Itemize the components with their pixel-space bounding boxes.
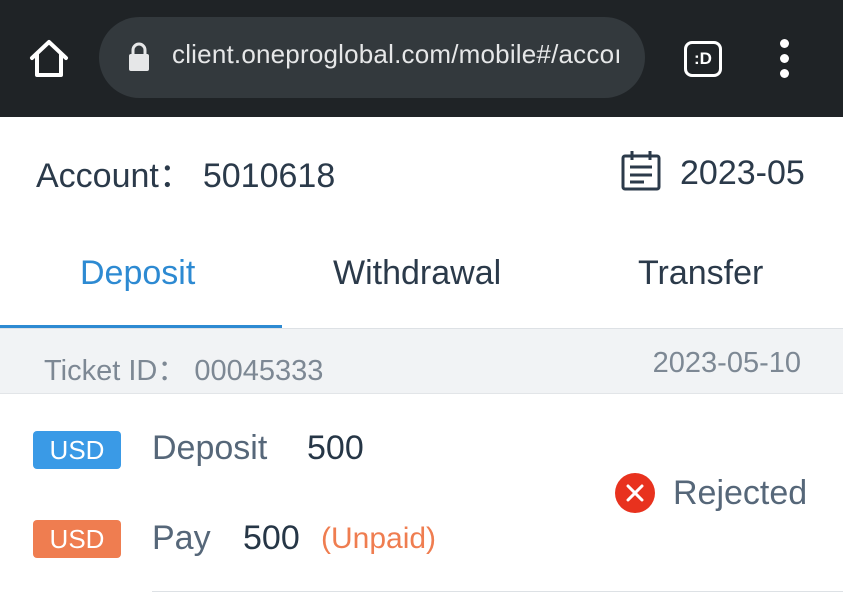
pay-label: Pay	[152, 519, 211, 557]
account-label: Account	[36, 157, 159, 195]
calendar-icon[interactable]	[620, 150, 662, 192]
deposit-amount: 500	[307, 429, 364, 467]
pay-amount: 500	[243, 519, 300, 557]
ticket-status: Rejected	[615, 472, 807, 514]
ticket-id-value: 00045333	[194, 355, 324, 387]
month-selector[interactable]: 2023-05	[680, 154, 805, 193]
browser-toolbar: client.oneproglobal.com/mobile#/accoı :D	[0, 0, 843, 117]
tab-withdrawal[interactable]: Withdrawal	[333, 254, 501, 293]
home-button[interactable]	[28, 36, 70, 80]
ticket-id-separator: ：	[157, 355, 187, 387]
row-divider	[152, 591, 843, 592]
tab-transfer[interactable]: Transfer	[638, 254, 763, 293]
ticket-header: Ticket ID： 00045333 2023-05-10	[0, 329, 843, 394]
more-vert-icon	[780, 39, 789, 48]
tab-switcher-button[interactable]: :D	[684, 41, 722, 77]
ticket-id-label: Ticket ID	[44, 355, 158, 387]
ticket-id: Ticket ID： 00045333	[44, 347, 323, 389]
tab-deposit[interactable]: Deposit	[80, 254, 195, 293]
account-number: 5010618	[202, 157, 336, 195]
deposit-label: Deposit	[152, 429, 268, 467]
ticket-date: 2023-05-10	[652, 347, 801, 379]
deposit-currency-badge: USD	[33, 431, 121, 469]
pay-currency-badge: USD	[33, 520, 121, 558]
address-bar[interactable]: client.oneproglobal.com/mobile#/accoı	[99, 17, 645, 98]
url-text: client.oneproglobal.com/mobile#/accoı	[172, 39, 622, 69]
transaction-tabs: Deposit Withdrawal Transfer	[0, 232, 843, 329]
lock-icon	[129, 42, 149, 71]
status-text: Rejected	[673, 473, 808, 512]
pay-status-note: (Unpaid)	[321, 522, 437, 555]
tab-switcher-icon: :D	[694, 49, 712, 68]
account-separator: ：	[158, 157, 193, 195]
more-menu-button[interactable]	[770, 37, 800, 81]
account-info: Account： 5010618	[36, 148, 335, 197]
home-icon	[30, 40, 68, 77]
close-circle-icon	[615, 473, 655, 513]
